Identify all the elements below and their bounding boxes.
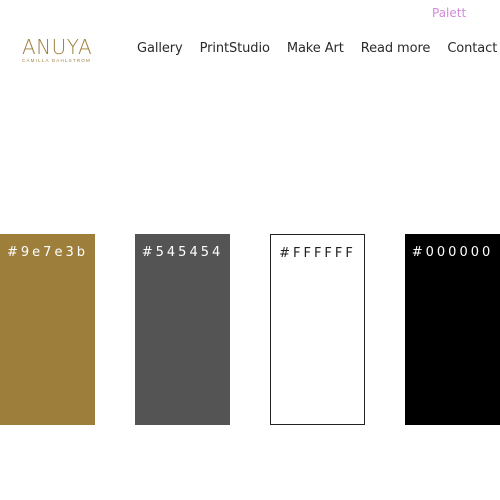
swatch-hex-label: #FFFFFF xyxy=(279,246,356,261)
color-swatch: #545454 xyxy=(135,234,230,425)
color-swatch: #9e7e3b xyxy=(0,234,95,425)
main-nav: Gallery PrintStudio Make Art Read more C… xyxy=(137,34,497,62)
site-header: ANUYA CAMILLA DAHLSTROM Gallery PrintStu… xyxy=(0,34,500,70)
nav-item-contact[interactable]: Contact xyxy=(447,41,497,56)
logo-wordmark: ANUYA xyxy=(22,35,93,59)
logo[interactable]: ANUYA CAMILLA DAHLSTROM xyxy=(22,37,94,65)
nav-item-gallery[interactable]: Gallery xyxy=(137,41,183,56)
page: Palett ANUYA CAMILLA DAHLSTROM Gallery P… xyxy=(0,0,500,500)
swatch-hex-label: #545454 xyxy=(141,245,224,260)
nav-item-printstudio[interactable]: PrintStudio xyxy=(200,41,270,56)
color-swatch: #000000 xyxy=(405,234,500,425)
swatch-hex-label: #000000 xyxy=(411,245,494,260)
nav-item-read-more[interactable]: Read more xyxy=(361,41,431,56)
palett-link[interactable]: Palett xyxy=(432,6,466,20)
nav-item-make-art[interactable]: Make Art xyxy=(287,41,344,56)
color-swatch: #FFFFFF xyxy=(270,234,365,425)
logo-tagline: CAMILLA DAHLSTROM xyxy=(22,58,91,63)
swatch-hex-label: #9e7e3b xyxy=(7,245,88,260)
